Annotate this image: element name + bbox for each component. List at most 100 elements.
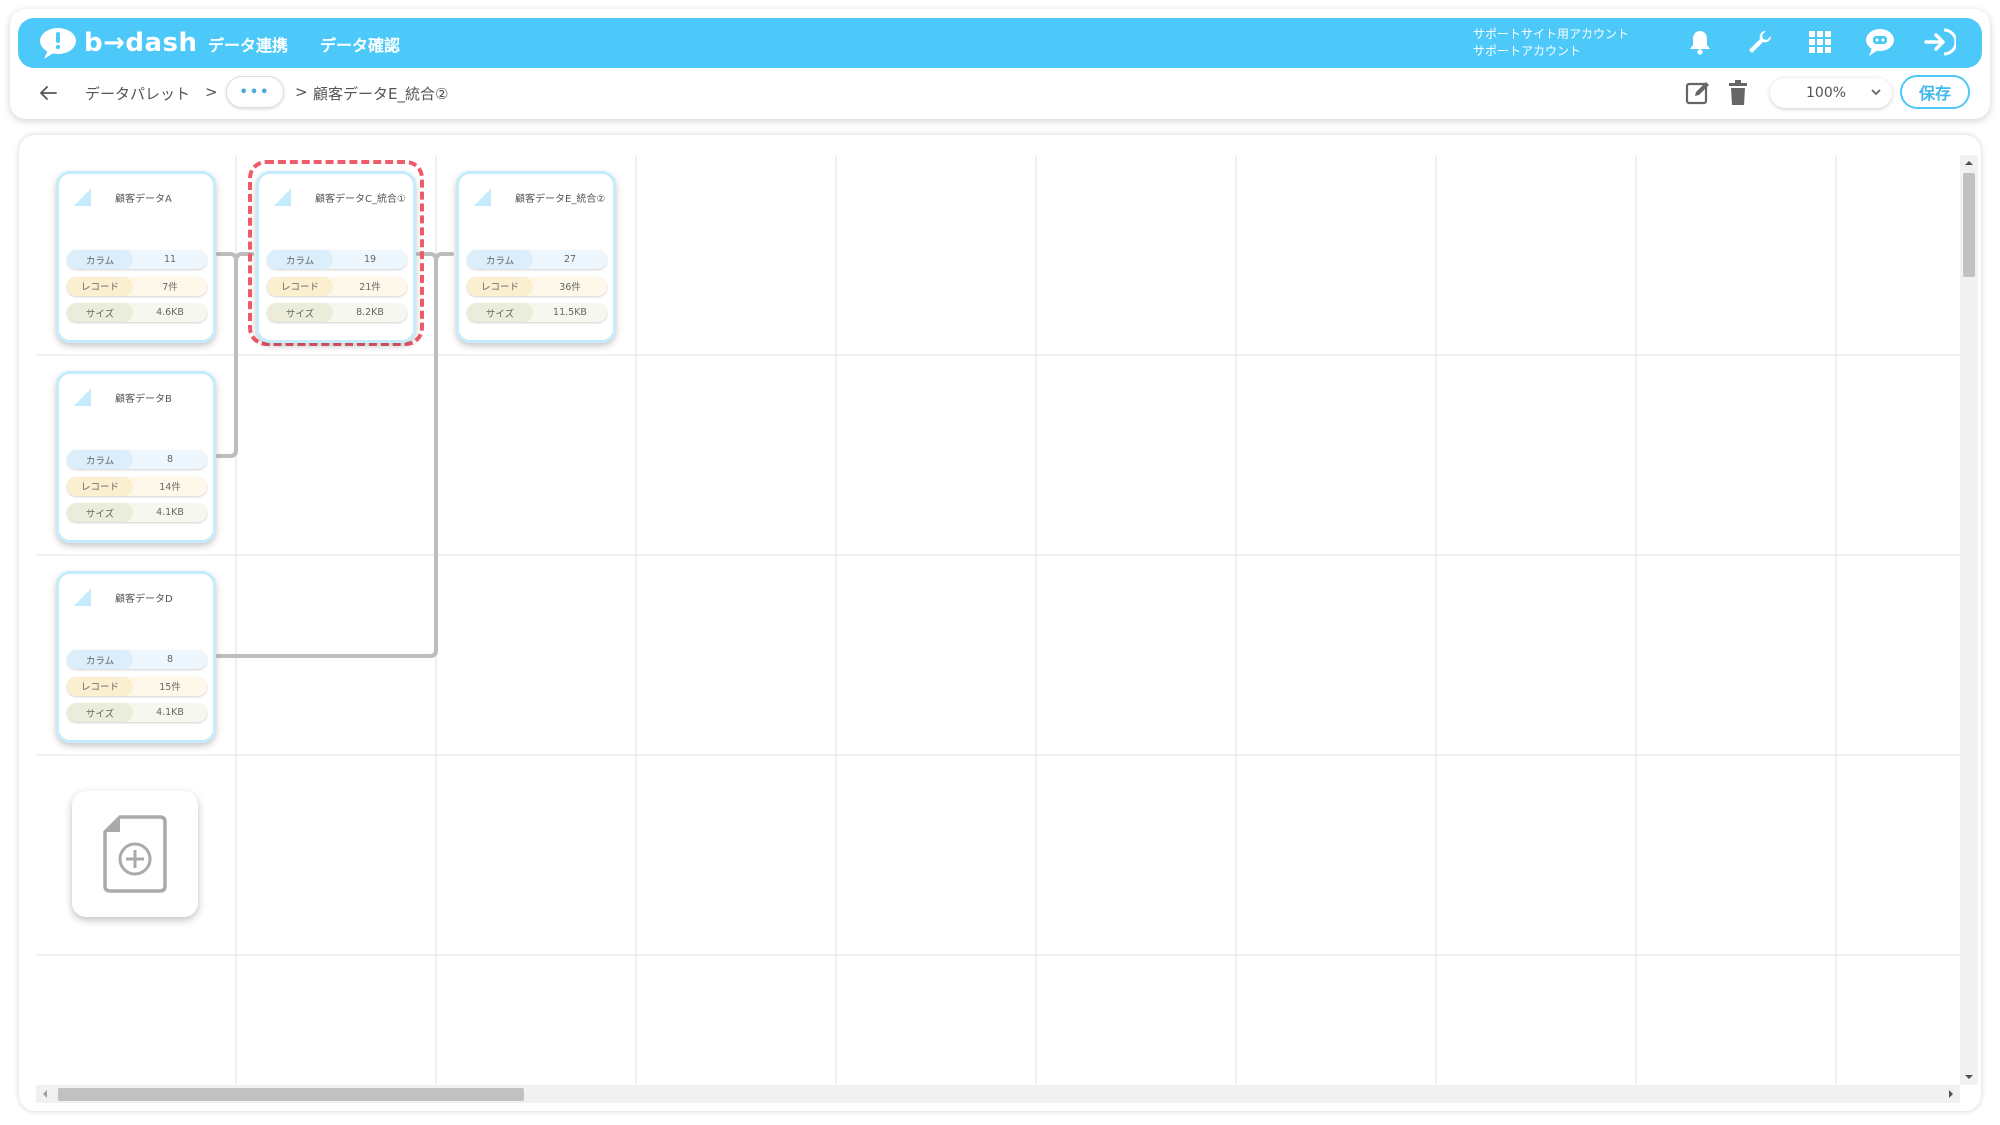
column-value: 8 — [166, 654, 174, 665]
breadcrumb-root[interactable]: データパレット — [85, 83, 190, 104]
breadcrumb-separator: > — [205, 83, 218, 101]
nav-data-check[interactable]: データ確認 — [320, 32, 400, 56]
chevron-down-icon — [1871, 89, 1881, 96]
scroll-right-icon[interactable] — [1945, 1085, 1957, 1103]
card-title: 顧客データE_統合② — [515, 194, 606, 205]
card-title: 顧客データC_統合① — [315, 194, 406, 205]
horizontal-scroll-thumb[interactable] — [58, 1088, 524, 1101]
add-data-button[interactable] — [72, 791, 198, 917]
column-count-row: カラム 11 — [67, 250, 207, 269]
column-count-row: カラム 8 — [67, 650, 207, 669]
logout-icon[interactable] — [1923, 25, 1957, 59]
scroll-up-icon[interactable] — [1960, 157, 1978, 169]
save-button[interactable]: 保存 — [1900, 75, 1970, 109]
vertical-scroll-thumb[interactable] — [1963, 173, 1975, 277]
breadcrumb: データパレット > ••• > 顧客データE_統合② 100% 保存 — [30, 74, 1980, 112]
column-count-row: カラム 27 — [467, 250, 607, 269]
file-icon — [72, 387, 92, 407]
column-count-row: カラム 8 — [67, 450, 207, 469]
record-label: レコード — [67, 276, 133, 296]
column-count-row: カラム 19 — [267, 250, 407, 269]
breadcrumb-separator: > — [295, 83, 308, 101]
wrench-icon[interactable] — [1743, 25, 1777, 59]
card-title: 顧客データA — [115, 194, 172, 205]
size-value: 4.6KB — [156, 307, 184, 318]
zoom-value: 100% — [1806, 85, 1847, 101]
record-count-row: レコード 15件 — [67, 676, 207, 696]
size-row: サイズ 11.5KB — [467, 303, 607, 322]
chat-robot-icon[interactable] — [1863, 25, 1897, 59]
breadcrumb-current: 顧客データE_統合② — [313, 85, 449, 103]
data-card[interactable]: 顧客データD カラム 8 レコード 15件サイズ 4.1KB — [56, 571, 216, 743]
column-label: カラム — [267, 250, 333, 269]
nav-data-integration[interactable]: データ連携 — [208, 32, 288, 56]
size-row: サイズ 8.2KB — [267, 303, 407, 322]
card-title: 顧客データD — [115, 594, 173, 605]
edit-icon[interactable] — [1682, 77, 1714, 109]
data-palette-canvas[interactable]: 顧客データA カラム 11 レコード 7件サイズ 4.6KB 顧客データC_統合① カラム 19… — [36, 155, 1960, 1085]
size-value: 8.2KB — [356, 307, 384, 318]
record-count-row: レコード 14件 — [67, 476, 207, 496]
record-value: 36件 — [559, 282, 581, 293]
account-line-2: サポートアカウント — [1473, 44, 1582, 58]
record-value: 21件 — [359, 282, 381, 293]
account-info[interactable]: サポートサイト用アカウント サポートアカウント — [1473, 26, 1629, 60]
account-line-1: サポートサイト用アカウント — [1473, 27, 1630, 41]
data-card[interactable]: 顧客データA カラム 11 レコード 7件サイズ 4.6KB — [56, 171, 216, 343]
logo-text: b→dash — [84, 28, 198, 58]
grid-icon[interactable] — [1803, 25, 1837, 59]
record-value: 15件 — [159, 682, 181, 693]
data-card[interactable]: 顧客データC_統合① カラム 19 レコード 21件サイズ 8.2KB — [256, 171, 416, 343]
scroll-left-icon[interactable] — [39, 1085, 51, 1103]
data-card[interactable]: 顧客データB カラム 8 レコード 14件サイズ 4.1KB — [56, 371, 216, 543]
column-label: カラム — [467, 250, 533, 269]
card-title: 顧客データB — [115, 394, 172, 405]
record-count-row: レコード 36件 — [467, 276, 607, 296]
file-icon — [472, 187, 492, 207]
column-label: カラム — [67, 450, 133, 469]
size-label: サイズ — [67, 703, 133, 722]
file-icon — [72, 587, 92, 607]
record-count-row: レコード 7件 — [67, 276, 207, 296]
zoom-select[interactable]: 100% — [1770, 78, 1892, 108]
size-value: 4.1KB — [156, 507, 184, 518]
record-label: レコード — [67, 476, 133, 496]
record-value: 14件 — [159, 482, 181, 493]
record-value: 7件 — [162, 282, 178, 293]
add-file-icon — [103, 815, 167, 893]
size-row: サイズ 4.6KB — [67, 303, 207, 322]
file-icon — [272, 187, 292, 207]
column-value: 8 — [166, 454, 174, 465]
record-label: レコード — [67, 676, 133, 696]
record-count-row: レコード 21件 — [267, 276, 407, 296]
record-label: レコード — [467, 276, 533, 296]
logo-bubble-icon — [38, 26, 78, 60]
connector-d-e — [434, 252, 454, 264]
column-value: 19 — [363, 254, 377, 265]
back-arrow-icon[interactable] — [38, 82, 60, 104]
file-icon — [72, 187, 92, 207]
size-label: サイズ — [267, 303, 333, 322]
vertical-scrollbar[interactable] — [1960, 155, 1978, 1085]
horizontal-scrollbar[interactable] — [36, 1085, 1960, 1103]
size-label: サイズ — [467, 303, 533, 322]
size-label: サイズ — [67, 503, 133, 522]
column-label: カラム — [67, 650, 133, 669]
ellipsis-icon: ••• — [239, 84, 271, 100]
top-navigation-bar: b→dash データ連携 データ確認 サポートサイト用アカウント サポートアカウ… — [18, 18, 1982, 68]
size-label: サイズ — [67, 303, 133, 322]
trash-icon[interactable] — [1722, 77, 1754, 109]
column-value: 27 — [563, 254, 577, 265]
logo[interactable]: b→dash — [38, 25, 198, 61]
size-value: 11.5KB — [553, 307, 587, 318]
record-label: レコード — [267, 276, 333, 296]
breadcrumb-ellipsis-button[interactable]: ••• — [226, 76, 284, 108]
size-row: サイズ 4.1KB — [67, 703, 207, 722]
column-value: 11 — [163, 254, 177, 265]
data-card[interactable]: 顧客データE_統合② カラム 27 レコード 36件サイズ 11.5KB — [456, 171, 616, 343]
size-value: 4.1KB — [156, 707, 184, 718]
scroll-down-icon[interactable] — [1960, 1071, 1978, 1083]
size-row: サイズ 4.1KB — [67, 503, 207, 522]
column-label: カラム — [67, 250, 133, 269]
bell-icon[interactable] — [1683, 25, 1717, 59]
